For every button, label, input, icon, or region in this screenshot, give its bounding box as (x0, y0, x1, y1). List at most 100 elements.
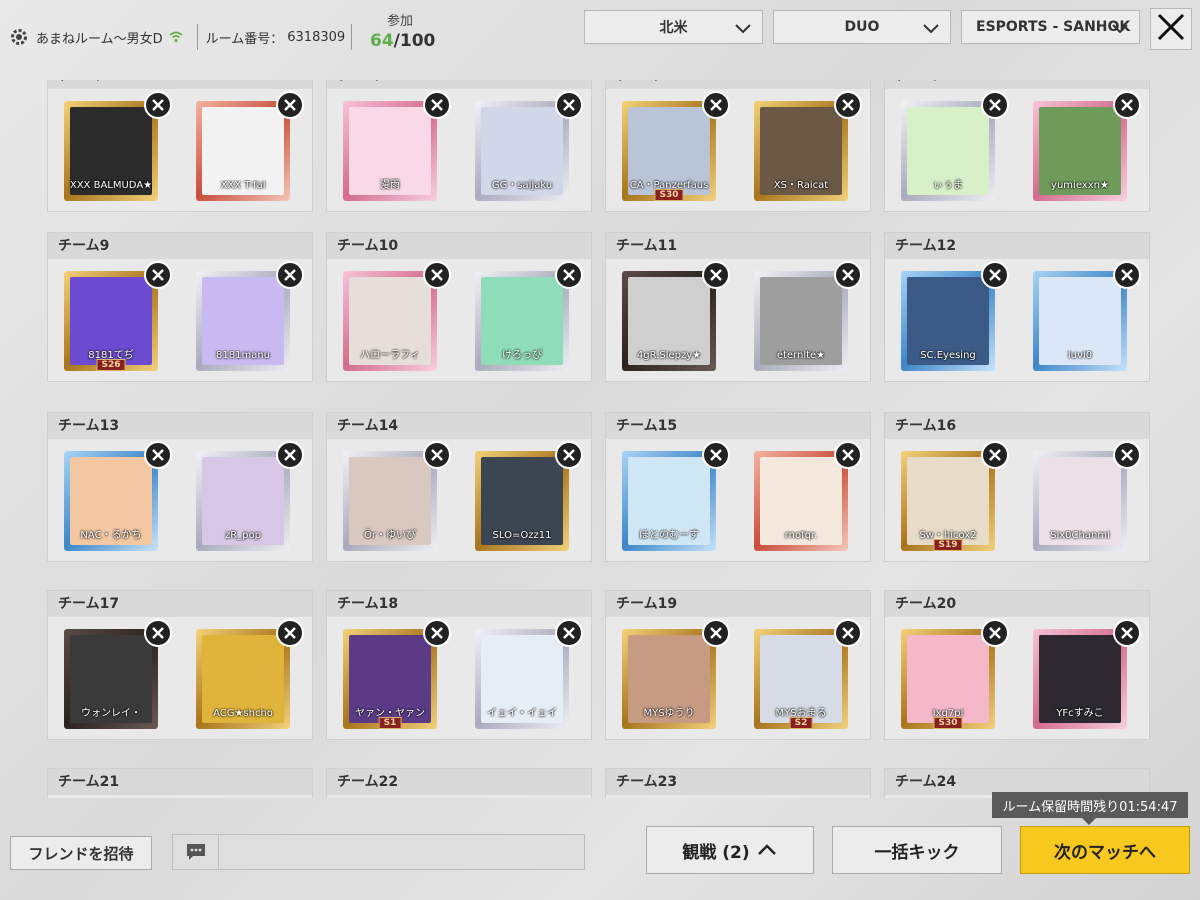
player-slot[interactable]: éternlté★ (754, 261, 862, 371)
player-slot[interactable]: GG・saijaku (475, 91, 583, 201)
remove-player-button[interactable] (423, 441, 451, 469)
team-card: チーム22 (326, 768, 592, 798)
player-slot[interactable]: MYSゆうり (622, 619, 730, 729)
player-slot[interactable]: イェイ・イェイ (475, 619, 583, 729)
avatar-frame: NAC・るかち (64, 451, 158, 551)
avatar-frame: ハローラフィ (343, 271, 437, 371)
gear-icon[interactable] (8, 26, 30, 48)
remove-player-button[interactable] (276, 261, 304, 289)
close-icon (989, 449, 1001, 461)
remove-player-button[interactable] (702, 91, 730, 119)
player-slot[interactable]: 漫雨 (343, 91, 451, 201)
team-card: チーム23 (605, 768, 871, 798)
remove-player-button[interactable] (702, 261, 730, 289)
remove-player-button[interactable] (1113, 619, 1141, 647)
remove-player-button[interactable] (981, 261, 1009, 289)
close-icon (152, 627, 164, 639)
remove-player-button[interactable] (1113, 441, 1141, 469)
remove-player-button[interactable] (1113, 261, 1141, 289)
remove-player-button[interactable] (834, 619, 862, 647)
timer-pointer (1082, 818, 1096, 825)
player-slot[interactable]: けろっぴ (475, 261, 583, 371)
player-name: ほとのむーす (639, 530, 699, 541)
remove-player-button[interactable] (423, 91, 451, 119)
player-slot[interactable]: YFcすみこ (1033, 619, 1141, 729)
close-button[interactable] (1150, 8, 1192, 50)
player-slot[interactable]: SC.Eyesing (901, 261, 1009, 371)
avatar-frame: けろっぴ (475, 271, 569, 371)
spectate-button[interactable]: 観戦 (2) (646, 826, 814, 874)
player-slot[interactable]: XS・Raicat (754, 91, 862, 201)
next-match-button[interactable]: 次のマッチへ (1020, 826, 1190, 874)
player-slot[interactable]: Sw・hicox2 S19 (901, 441, 1009, 551)
player-slot[interactable]: ACG★shcho (196, 619, 304, 729)
team-title: チーム7 (606, 80, 870, 89)
remove-player-button[interactable] (423, 261, 451, 289)
player-slot[interactable]: Six0Chanmi (1033, 441, 1141, 551)
player-slot[interactable]: 4gR.Slepzy★ (622, 261, 730, 371)
remove-player-button[interactable] (834, 261, 862, 289)
player-slot[interactable]: NAC・るかち (64, 441, 172, 551)
player-slot[interactable]: ぃぅま (901, 91, 1009, 201)
remove-player-button[interactable] (981, 619, 1009, 647)
close-icon (431, 99, 443, 111)
player-slot[interactable]: Ör・ゆいぴ (343, 441, 451, 551)
remove-player-button[interactable] (702, 619, 730, 647)
map-select[interactable]: ESPORTS - SANHOK (961, 10, 1140, 44)
region-select[interactable]: 北米 (584, 10, 763, 44)
team-card: チーム8 ぃぅま yumiexxn★ (884, 80, 1150, 212)
remove-player-button[interactable] (555, 619, 583, 647)
player-name: イェイ・イェイ (487, 708, 557, 719)
chat-input[interactable] (172, 834, 585, 870)
kick-all-button[interactable]: 一括キック (832, 826, 1002, 874)
remove-player-button[interactable] (981, 91, 1009, 119)
remove-player-button[interactable] (144, 619, 172, 647)
player-slot[interactable]: 8181てぢ S26 (64, 261, 172, 371)
player-slot[interactable]: luvi0 (1033, 261, 1141, 371)
player-name: luvi0 (1067, 350, 1093, 361)
player-slot[interactable]: CA・Panzerfaus S30 (622, 91, 730, 201)
avatar-frame: luvi0 (1033, 271, 1127, 371)
remove-player-button[interactable] (144, 441, 172, 469)
player-slot[interactable]: zR_pop (196, 441, 304, 551)
player-name: ウォンレイ・ (81, 708, 141, 719)
player-slot[interactable]: ヤァン・ヤァン S1 (343, 619, 451, 729)
remove-player-button[interactable] (555, 261, 583, 289)
player-slot[interactable]: 8181manu (196, 261, 304, 371)
remove-player-button[interactable] (981, 441, 1009, 469)
participants-current: 64 (370, 31, 394, 51)
remove-player-button[interactable] (144, 261, 172, 289)
player-slot[interactable]: yumiexxn★ (1033, 91, 1141, 201)
remove-player-button[interactable] (276, 441, 304, 469)
remove-player-button[interactable] (1113, 91, 1141, 119)
team-grid[interactable]: チーム5 XXX BALMUDA★ XXX T-fal チーム6 漫雨 GG・saijak… (47, 80, 1153, 798)
player-slot[interactable]: XXX T-fal (196, 91, 304, 201)
remove-player-button[interactable] (555, 91, 583, 119)
remove-player-button[interactable] (144, 91, 172, 119)
player-name: YFcすみこ (1056, 708, 1104, 719)
mode-select[interactable]: DUO (773, 10, 951, 44)
player-slot[interactable]: SLO=Ozz11 (475, 441, 583, 551)
remove-player-button[interactable] (276, 619, 304, 647)
player-slot[interactable]: XXX BALMUDA★ (64, 91, 172, 201)
remove-player-button[interactable] (834, 441, 862, 469)
invite-friends-button[interactable]: フレンドを招待 (10, 836, 152, 870)
player-slot[interactable]: MYSおまる S2 (754, 619, 862, 729)
remove-player-button[interactable] (276, 91, 304, 119)
chevron-down-icon (922, 19, 940, 37)
player-slot[interactable]: ウォンレイ・ (64, 619, 172, 729)
team-card: チーム20 Ixq7pi S30 YFcすみこ (884, 590, 1150, 740)
player-slot[interactable]: rnofqr. (754, 441, 862, 551)
avatar-frame: XS・Raicat (754, 101, 848, 201)
player-slot[interactable]: ほとのむーす (622, 441, 730, 551)
remove-player-button[interactable] (555, 441, 583, 469)
player-slot[interactable]: ハローラフィ (343, 261, 451, 371)
remove-player-button[interactable] (834, 91, 862, 119)
player-name: rnofqr. (784, 530, 818, 541)
chat-icon[interactable] (173, 835, 219, 869)
divider (196, 24, 198, 50)
remove-player-button[interactable] (423, 619, 451, 647)
player-slot[interactable]: Ixq7pi S30 (901, 619, 1009, 729)
team-title: チーム23 (606, 769, 870, 795)
remove-player-button[interactable] (702, 441, 730, 469)
